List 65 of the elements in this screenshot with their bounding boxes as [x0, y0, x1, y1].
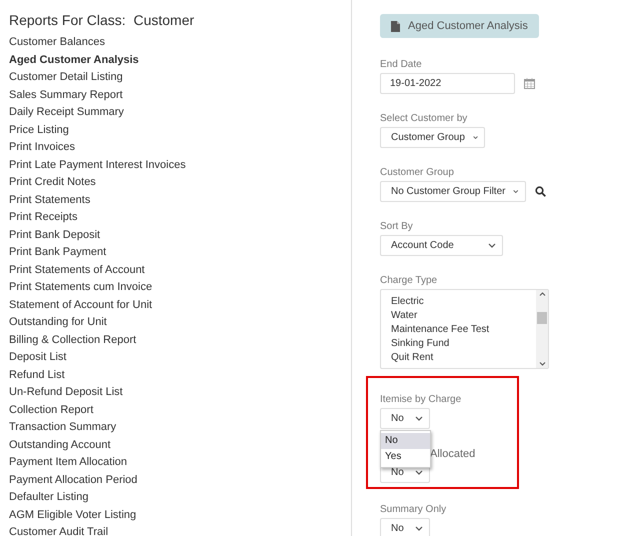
report-link[interactable]: Payment Item Allocation [9, 454, 351, 472]
report-link[interactable]: Print Statements [9, 192, 351, 209]
menu-option[interactable]: Yes [381, 449, 430, 465]
list-option[interactable]: Electric [391, 295, 536, 309]
report-link[interactable]: Statement of Account for Unit [9, 296, 351, 314]
scroll-down-icon[interactable] [538, 362, 546, 366]
field-label: Summary Only [380, 504, 448, 516]
report-link[interactable]: Print Receipts [9, 209, 351, 226]
list-option[interactable]: Quit Rent [391, 351, 536, 365]
chevron-down-icon [415, 416, 423, 421]
report-link[interactable]: Billing & Collection Report [9, 332, 351, 349]
run-report-button[interactable]: Aged Customer Analysis [380, 14, 539, 38]
report-link[interactable]: Outstanding Account [9, 436, 351, 454]
report-link[interactable]: Print Bank Deposit [9, 226, 351, 244]
scrollbar-thumb[interactable] [537, 312, 547, 324]
report-link[interactable]: Transaction Summary [9, 419, 351, 436]
field-label: Select Customer by [380, 113, 468, 125]
field-label: Customer Group [380, 167, 455, 179]
report-link[interactable]: Print Invoices [9, 139, 351, 156]
report-link[interactable]: AGM Eligible Voter Listing [9, 506, 351, 524]
select-dropdown[interactable]: Customer Group [380, 127, 485, 148]
report-link[interactable]: Defaulter Listing [9, 489, 351, 506]
select-dropdown[interactable]: No [380, 408, 430, 429]
field-label: Charge Type [380, 275, 438, 287]
list-option[interactable]: Sinking Fund [391, 337, 536, 351]
report-link[interactable]: Print Statements of Account [9, 262, 351, 279]
scroll-up-icon[interactable] [538, 292, 546, 296]
report-link[interactable]: Payment Allocation Period [9, 472, 351, 489]
list-option[interactable]: Water [391, 309, 536, 323]
field-label: Allocated [430, 448, 476, 460]
field-label: Sort By [380, 221, 414, 233]
report-link[interactable]: Daily Receipt Summary [9, 104, 351, 122]
report-link[interactable]: Print Statements cum Invoice [9, 279, 351, 296]
report-link[interactable]: Customer Balances [9, 34, 351, 52]
multi-select-list[interactable]: Electric Water Maintenance Fee Test Sinking Fund Quit Rent [380, 289, 549, 369]
report-link[interactable]: Customer Detail Listing [9, 69, 351, 86]
report-link[interactable]: Print Bank Payment [9, 244, 351, 262]
field-label: End Date [380, 59, 423, 71]
report-link[interactable]: Print Credit Notes [9, 174, 351, 192]
search-icon[interactable] [535, 186, 546, 197]
select-dropdown[interactable]: Account Code [380, 235, 503, 256]
report-link[interactable]: Refund List [9, 366, 351, 384]
report-link[interactable]: Un-Refund Deposit List [9, 384, 351, 402]
chevron-down-icon [415, 526, 423, 531]
reports-title: Reports For Class: Customer [9, 12, 196, 28]
calendar-icon[interactable] [524, 78, 535, 89]
report-link[interactable]: Sales Summary Report [9, 86, 351, 104]
select-dropdown[interactable]: No Customer Group Filter [380, 181, 526, 202]
report-link[interactable]: Customer Audit Trail [9, 524, 351, 536]
report-link[interactable]: Price Listing [9, 122, 351, 139]
chevron-down-icon [488, 243, 496, 248]
report-link[interactable]: Aged Customer Analysis [9, 52, 351, 69]
field-label: Itemise by Charge [380, 394, 462, 406]
document-icon [391, 20, 400, 32]
chevron-down-icon [472, 135, 478, 140]
list-option[interactable]: Maintenance Fee Test [391, 323, 536, 337]
select-dropdown[interactable]: No [380, 518, 430, 536]
report-link[interactable]: Outstanding for Unit [9, 314, 351, 332]
report-link[interactable]: Deposit List [9, 349, 351, 366]
report-link[interactable]: Print Late Payment Interest Invoices [9, 156, 351, 174]
chevron-down-icon [513, 189, 519, 194]
date-input[interactable]: 19-01-2022 [380, 73, 515, 94]
chevron-down-icon [415, 470, 423, 475]
menu-option[interactable]: No [381, 433, 430, 449]
report-link[interactable]: Collection Report [9, 402, 351, 419]
